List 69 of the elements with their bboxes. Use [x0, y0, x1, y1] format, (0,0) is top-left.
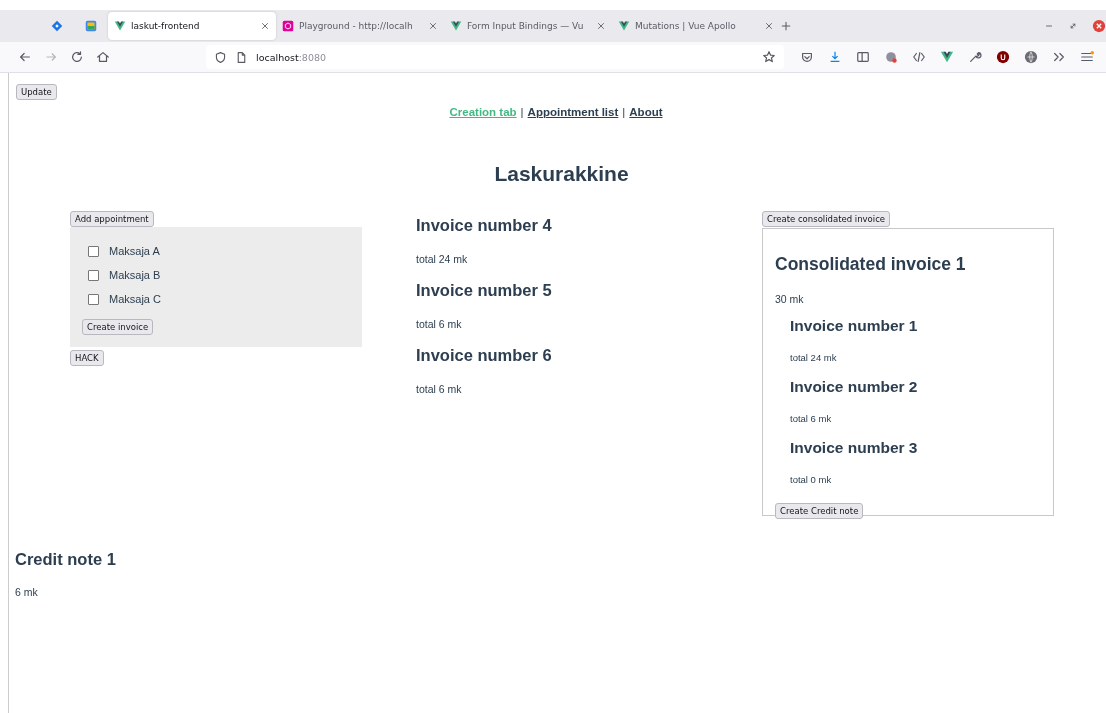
- plus-icon[interactable]: [780, 20, 792, 32]
- nav-link[interactable]: Appointment list: [527, 106, 619, 118]
- browser-tab[interactable]: laskut-frontend: [108, 12, 276, 40]
- invoice-total: total 24 mk: [416, 253, 469, 265]
- shield-icon[interactable]: [214, 50, 227, 64]
- invoice-title: Invoice number 4: [416, 216, 553, 235]
- invoice-total: total 24 mk: [790, 352, 838, 363]
- nav-link[interactable]: About: [629, 106, 663, 118]
- menu-icon[interactable]: [1080, 50, 1094, 64]
- invoice-title: Invoice number 6: [416, 346, 553, 365]
- checkbox[interactable]: [88, 293, 99, 305]
- close-icon[interactable]: [1092, 19, 1106, 33]
- pocket-icon[interactable]: [800, 50, 814, 64]
- browser-tab[interactable]: Mutations | Vue Apollo: [612, 12, 780, 40]
- close-icon[interactable]: [428, 21, 438, 31]
- invoice-title: Invoice number 3: [790, 439, 919, 457]
- diamond-icon[interactable]: [50, 19, 64, 33]
- payer-label: Maksaja A: [109, 245, 160, 257]
- hack-button[interactable]: HACK: [70, 350, 104, 366]
- overflow-icon[interactable]: [1052, 50, 1066, 64]
- invoice-total: total 6 mk: [790, 413, 833, 424]
- picture-frame-icon[interactable]: [84, 19, 98, 33]
- payer-label: Maksaja B: [109, 269, 161, 281]
- invoice-title: Invoice number 5: [416, 281, 553, 300]
- invoice-total: total 6 mk: [416, 383, 463, 395]
- close-icon[interactable]: [596, 21, 606, 31]
- url-port: :8080: [298, 51, 327, 63]
- create-invoice-button[interactable]: Create invoice: [82, 319, 154, 335]
- update-button[interactable]: Update: [16, 84, 57, 100]
- extension-icon[interactable]: [884, 50, 898, 64]
- close-icon[interactable]: [260, 21, 270, 31]
- credit-note-title: Credit note 1: [15, 550, 117, 569]
- code-icon[interactable]: [912, 50, 926, 64]
- add-appointment-button[interactable]: Add appointment: [70, 211, 154, 227]
- checkbox[interactable]: [88, 269, 99, 281]
- shield-badge-icon[interactable]: [996, 50, 1010, 64]
- close-icon[interactable]: [764, 21, 774, 31]
- wrench-icon[interactable]: [968, 50, 982, 64]
- star-icon[interactable]: [762, 50, 776, 64]
- home-icon[interactable]: [96, 50, 110, 64]
- page-title: Laskurakkine: [493, 162, 630, 186]
- nav-separator: |: [520, 106, 524, 118]
- create-credit-note-button[interactable]: Create Credit note: [775, 503, 864, 519]
- sidebar-icon[interactable]: [856, 50, 870, 64]
- url-host: localhost: [256, 51, 299, 63]
- vue-logo-icon: [450, 20, 462, 32]
- nav-separator: |: [622, 106, 626, 118]
- invoice-total: total 6 mk: [416, 318, 463, 330]
- create-consolidated-button[interactable]: Create consolidated invoice: [762, 211, 891, 227]
- vue-logo-icon[interactable]: [940, 50, 954, 64]
- credit-note-total: 6 mk: [15, 586, 39, 598]
- browser-tab[interactable]: Playground - http://localh: [276, 12, 444, 40]
- page-icon: [235, 50, 248, 64]
- invoice-total: total 0 mk: [790, 474, 833, 485]
- back-icon[interactable]: [18, 50, 32, 64]
- download-icon[interactable]: [828, 50, 842, 64]
- address-bar[interactable]: localhost:8080: [206, 45, 784, 69]
- reload-icon[interactable]: [70, 50, 84, 64]
- consolidated-total: 30 mk: [775, 293, 805, 305]
- payer-label: Maksaja C: [109, 293, 161, 305]
- restore-icon[interactable]: [1068, 21, 1078, 31]
- invoice-title: Invoice number 1: [790, 317, 919, 335]
- vue-logo-icon: [618, 20, 630, 32]
- globe-icon[interactable]: [1024, 50, 1038, 64]
- invoice-title: Invoice number 2: [790, 378, 919, 396]
- vue-logo-icon: [114, 20, 126, 32]
- consolidated-title: Consolidated invoice 1: [775, 254, 967, 275]
- browser-tab[interactable]: Form Input Bindings — Vu: [444, 12, 612, 40]
- checkbox[interactable]: [88, 245, 99, 257]
